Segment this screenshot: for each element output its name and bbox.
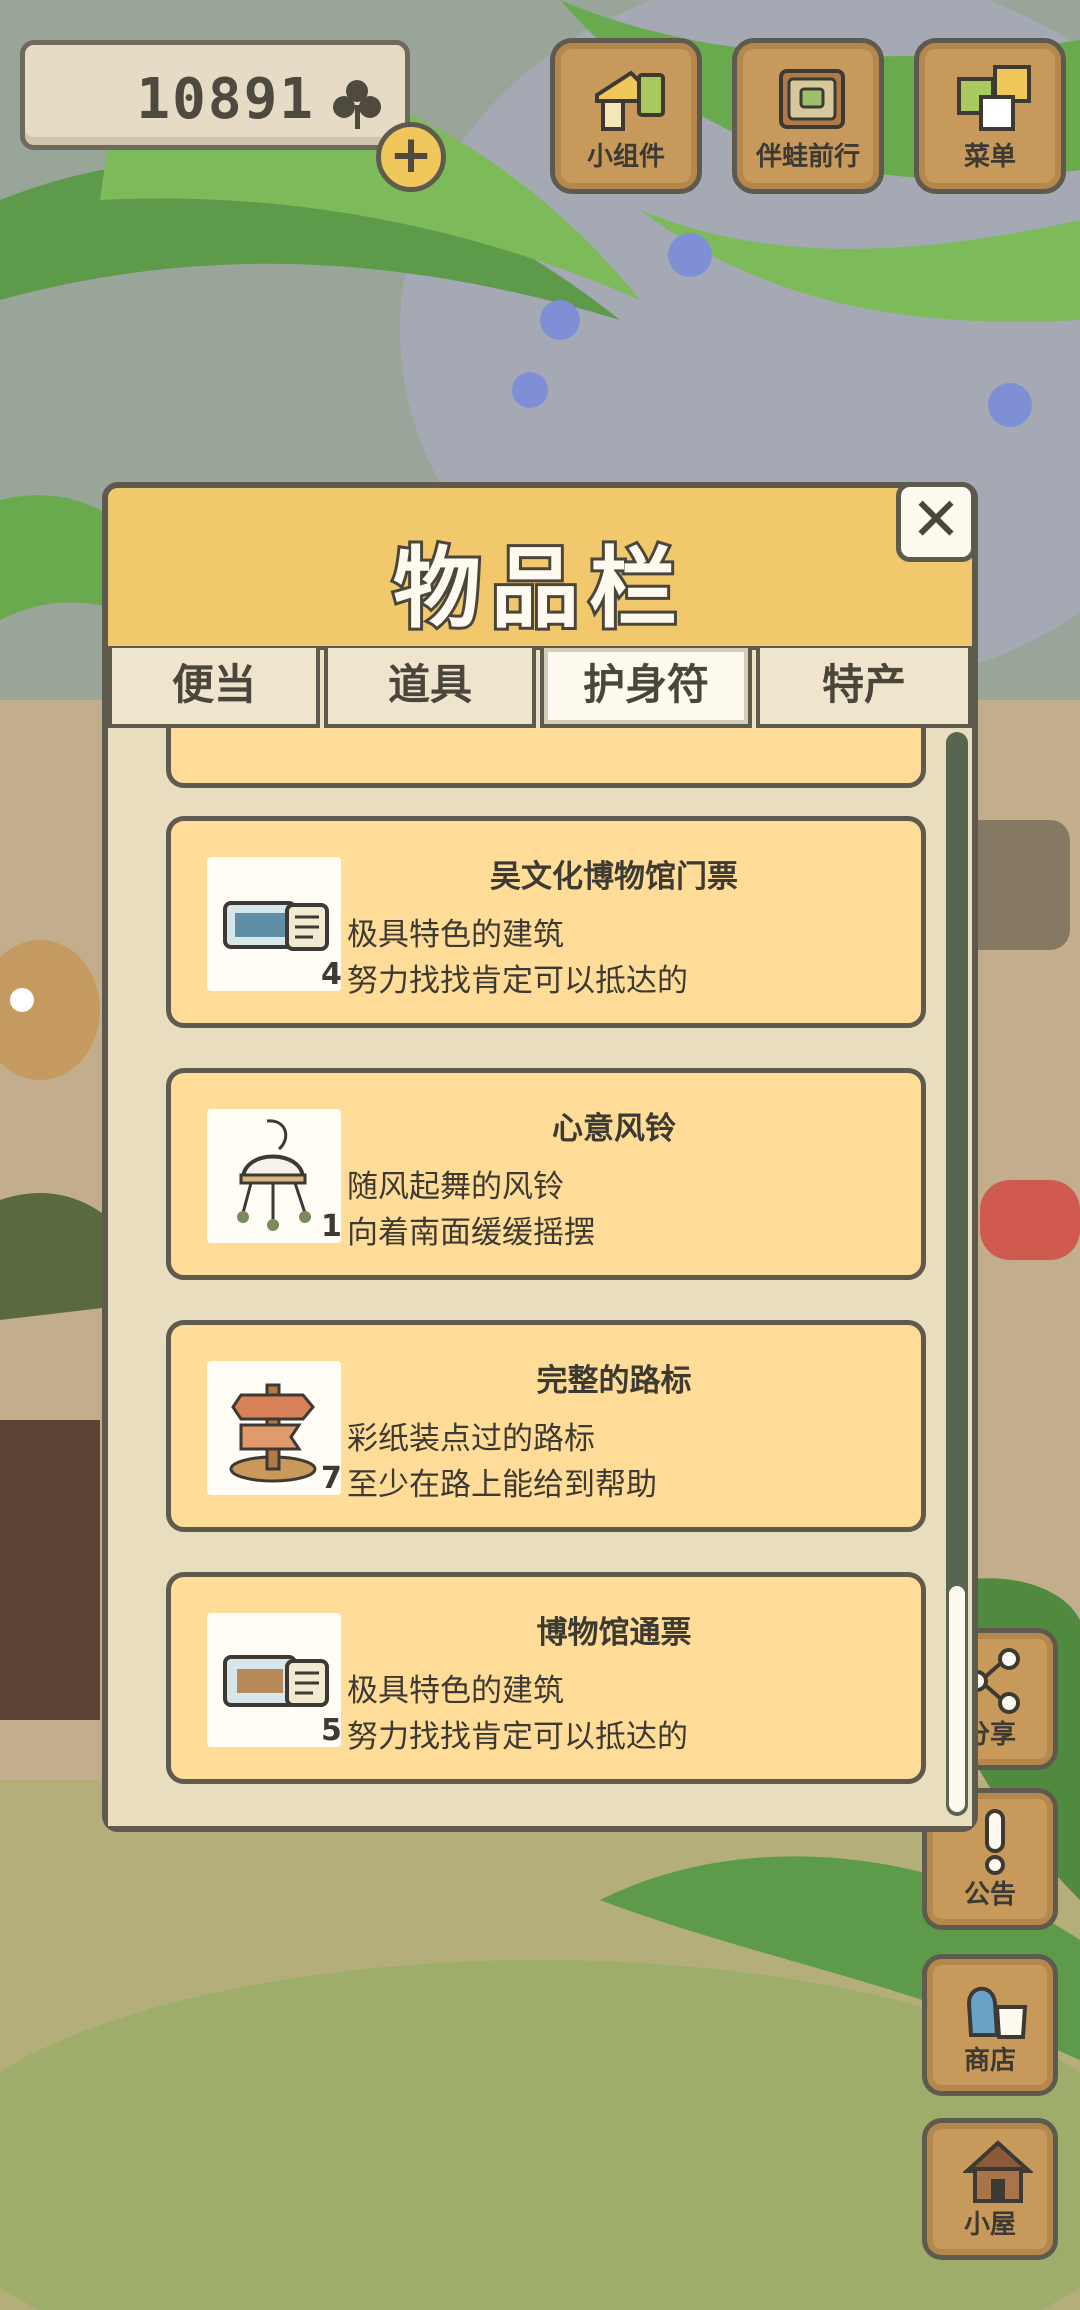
house-button[interactable]: 小屋 xyxy=(922,2118,1058,2260)
item-quantity: 1 xyxy=(321,1209,342,1244)
item-quantity: 4 xyxy=(321,957,342,992)
modal-header: 物品栏 xyxy=(108,488,972,650)
journey-book-icon xyxy=(779,69,845,129)
list-item[interactable]: 7 完整的路标 彩纸装点过的路标 至少在路上能给到帮助 xyxy=(166,1320,926,1532)
house-icon xyxy=(963,2140,1033,2203)
shop-button[interactable]: 商店 xyxy=(922,1954,1058,2096)
item-description-line2: 努力找找肯定可以抵达的 xyxy=(347,963,688,999)
shop-label: 商店 xyxy=(963,2046,1016,2076)
widget-icon xyxy=(595,70,665,131)
shop-bag-icon xyxy=(966,1986,1028,2039)
tab-bento[interactable]: 便当 xyxy=(108,648,320,728)
journey-button[interactable]: 伴蛙前行 xyxy=(732,38,884,194)
item-list[interactable]: 4 吴文化博物馆门票 极具特色的建筑 努力找找肯定可以抵达的 1 心意风铃 随风… xyxy=(108,728,972,1826)
close-button[interactable]: ✕ xyxy=(896,482,976,562)
item-quantity: 7 xyxy=(321,1461,342,1496)
widget-button[interactable]: 小组件 xyxy=(550,38,702,194)
item-description-line1: 随风起舞的风铃 xyxy=(347,1169,564,1205)
house-label: 小屋 xyxy=(963,2210,1016,2240)
list-item[interactable]: 5 博物馆通票 极具特色的建筑 努力找找肯定可以抵达的 xyxy=(166,1572,926,1784)
close-icon: ✕ xyxy=(910,485,962,555)
list-item-partial[interactable] xyxy=(166,728,926,788)
widget-label: 小组件 xyxy=(586,142,665,172)
menu-button[interactable]: 菜单 xyxy=(914,38,1066,194)
item-description-line2: 向着南面缓缓摇摆 xyxy=(347,1215,595,1251)
tab-charms[interactable]: 护身符 xyxy=(540,648,752,728)
clover-counter: 10891 xyxy=(20,40,410,150)
item-name: 心意风铃 xyxy=(552,1111,676,1147)
item-description-line1: 极具特色的建筑 xyxy=(347,1673,564,1709)
menu-label: 菜单 xyxy=(963,142,1016,172)
item-description-line2: 至少在路上能给到帮助 xyxy=(347,1467,657,1503)
list-item[interactable]: 4 吴文化博物馆门票 极具特色的建筑 努力找找肯定可以抵达的 xyxy=(166,816,926,1028)
item-description-line2: 努力找找肯定可以抵达的 xyxy=(347,1719,688,1755)
menu-cards-icon xyxy=(957,65,1031,131)
scrollbar-thumb[interactable] xyxy=(949,1586,965,1812)
item-name: 吴文化博物馆门票 xyxy=(490,859,738,895)
tab-specialties[interactable]: 特产 xyxy=(756,648,972,728)
plus-icon: + xyxy=(389,125,433,185)
clover-icon xyxy=(333,80,381,129)
notice-label: 公告 xyxy=(963,1880,1016,1910)
item-description-line1: 彩纸装点过的路标 xyxy=(347,1421,595,1457)
item-name: 博物馆通票 xyxy=(536,1615,692,1651)
list-item[interactable]: 1 心意风铃 随风起舞的风铃 向着南面缓缓摇摆 xyxy=(166,1068,926,1280)
journey-label: 伴蛙前行 xyxy=(755,142,860,172)
clover-count: 10891 xyxy=(136,67,315,132)
inventory-modal: 物品栏 便当 道具 护身符 特产 4 吴文化博物馆门票 极具特色的建筑 努力找找… xyxy=(102,482,978,1832)
item-description-line1: 极具特色的建筑 xyxy=(347,917,564,953)
inventory-tabs: 便当 道具 护身符 特产 xyxy=(108,648,972,728)
add-clover-button[interactable]: + xyxy=(376,122,446,192)
item-quantity: 5 xyxy=(321,1713,342,1748)
item-name: 完整的路标 xyxy=(536,1363,692,1399)
tab-tools[interactable]: 道具 xyxy=(324,648,536,728)
modal-title: 物品栏 xyxy=(390,534,687,643)
